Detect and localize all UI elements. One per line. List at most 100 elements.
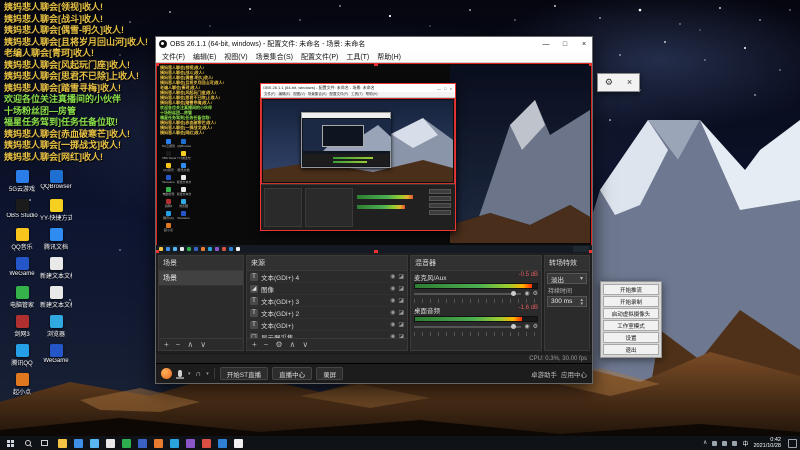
obs-titlebar[interactable]: OBS 26.1.1 (64-bit, windows) - 配置文件: 未命名…	[156, 37, 592, 51]
sources-toolbar-button[interactable]: ⚙	[275, 341, 282, 349]
lock-icon[interactable]: ◪	[398, 285, 404, 292]
taskbar-app-icon[interactable]	[170, 439, 179, 448]
taskbar-app-icon[interactable]	[122, 439, 131, 448]
control-button[interactable]: 设置	[603, 332, 659, 343]
plugin-action-button[interactable]: 录屏	[316, 367, 343, 380]
ime-indicator[interactable]: 中	[742, 439, 748, 448]
visibility-eye-icon[interactable]: ◉	[390, 297, 395, 304]
visibility-eye-icon[interactable]: ◉	[390, 273, 395, 280]
control-button[interactable]: 退出	[603, 344, 659, 355]
volume-slider[interactable]	[414, 326, 521, 328]
taskbar-app-icon[interactable]	[186, 439, 195, 448]
source-row[interactable]: T 文本(GDI+) 3 ◉ ◪	[247, 295, 407, 307]
visibility-eye-icon[interactable]: ◉	[390, 333, 395, 338]
plugin-link[interactable]: 应用中心	[561, 369, 587, 379]
menu-item[interactable]: 配置文件(P)	[301, 52, 338, 62]
visibility-eye-icon[interactable]: ◉	[390, 321, 395, 328]
volume-slider-knob[interactable]	[511, 291, 516, 296]
volume-slider[interactable]	[414, 293, 521, 295]
desktop-icon[interactable]: WeGame	[40, 344, 72, 373]
menu-item[interactable]: 帮助(H)	[377, 52, 401, 62]
taskbar-app-icon[interactable]	[74, 439, 83, 448]
menu-item[interactable]: 文件(F)	[162, 52, 185, 62]
plugin-action-button[interactable]: 直播中心	[272, 367, 312, 380]
taskbar-app-icon[interactable]	[218, 439, 227, 448]
desktop-icon[interactable]: 腾讯QQ	[6, 344, 38, 373]
source-row[interactable]: ▢ 显示器采集 ◉ ◪	[247, 331, 407, 338]
control-button[interactable]: 开始录制	[603, 296, 659, 307]
desktop-icon[interactable]: QQ音乐	[6, 228, 38, 257]
task-view-button[interactable]	[36, 440, 52, 446]
scenes-toolbar-button[interactable]: −	[176, 341, 181, 349]
tray-icon[interactable]	[732, 441, 737, 446]
plugin-link[interactable]: 卓游助手	[531, 369, 557, 379]
taskbar-app-icon[interactable]	[154, 439, 163, 448]
channel-settings-gear-icon[interactable]: ⚙	[533, 290, 538, 297]
control-button[interactable]: 启动虚拟摄像头	[603, 308, 659, 319]
plugin-action-button[interactable]: 开始ST直播	[220, 367, 268, 380]
taskbar-clock[interactable]: 0:42 2021/10/28	[753, 437, 781, 449]
scene-item[interactable]: 场景	[159, 271, 243, 286]
scenes-toolbar-button[interactable]: ∨	[200, 341, 206, 349]
volume-slider-knob[interactable]	[511, 324, 516, 329]
chevron-down-icon[interactable]: ▾	[206, 371, 209, 377]
selection-handle[interactable]	[374, 63, 378, 66]
selection-handle[interactable]	[374, 250, 378, 253]
transition-select[interactable]: 淡出 ▾	[547, 273, 587, 284]
minimize-button[interactable]: —	[538, 37, 554, 51]
menu-item[interactable]: 视图(V)	[224, 52, 247, 62]
lock-icon[interactable]: ◪	[398, 273, 404, 280]
desktop-icon[interactable]: 电脑管家	[6, 286, 38, 315]
mute-speaker-icon[interactable]: ◉	[524, 323, 529, 330]
source-row[interactable]: T 文本(GDI+) 4 ◉ ◪	[247, 271, 407, 283]
scenes-toolbar-button[interactable]: +	[164, 341, 169, 349]
scenes-toolbar-button[interactable]: ∧	[187, 341, 193, 349]
taskbar-app-icon[interactable]	[58, 439, 67, 448]
desktop-icon[interactable]: WeGame	[6, 257, 38, 286]
selection-handle[interactable]	[589, 63, 592, 66]
selection-handle[interactable]	[156, 63, 159, 66]
desktop-icon[interactable]: 起小点	[6, 373, 38, 402]
source-row[interactable]: ◢ 图像 ◉ ◪	[247, 283, 407, 295]
sources-toolbar-button[interactable]: +	[252, 341, 257, 349]
control-button[interactable]: 开始推流	[603, 284, 659, 295]
chevron-down-icon[interactable]: ▾	[188, 371, 191, 377]
menu-item[interactable]: 工具(T)	[346, 52, 369, 62]
headphone-icon[interactable]: ∩	[196, 370, 202, 378]
desktop-icon[interactable]: QQBrowser	[40, 170, 72, 199]
visibility-eye-icon[interactable]: ◉	[390, 309, 395, 316]
source-row[interactable]: T 文本(GDI+) 2 ◉ ◪	[247, 307, 407, 319]
taskbar-app-icon[interactable]	[234, 439, 243, 448]
tray-icon[interactable]	[722, 441, 727, 446]
taskbar-app-icon[interactable]	[90, 439, 99, 448]
control-button[interactable]: 工作室模式	[603, 320, 659, 331]
selection-handle[interactable]	[589, 250, 592, 253]
desktop-icon[interactable]: 剑网3	[6, 315, 38, 344]
sources-toolbar-button[interactable]: ∨	[302, 341, 308, 349]
desktop-icon[interactable]: YY-快捷方式	[40, 199, 72, 228]
lock-icon[interactable]: ◪	[398, 309, 404, 316]
desktop-icon[interactable]: 新建文本文档	[40, 257, 72, 286]
visibility-eye-icon[interactable]: ◉	[390, 285, 395, 292]
selection-handle[interactable]	[156, 250, 159, 253]
desktop-icon[interactable]: 新建文本文档	[40, 286, 72, 315]
sources-toolbar-button[interactable]: ∧	[290, 341, 296, 349]
desktop-icon[interactable]: 腾讯文档	[40, 228, 72, 257]
taskbar-app-icon[interactable]	[106, 439, 115, 448]
desktop-icon[interactable]: 浏览器	[40, 315, 72, 344]
microphone-icon[interactable]	[178, 370, 182, 377]
lock-icon[interactable]: ◪	[398, 297, 404, 304]
desktop-icon[interactable]: 5G云游戏	[6, 170, 38, 199]
mute-speaker-icon[interactable]: ◉	[524, 290, 529, 297]
lock-icon[interactable]: ◪	[398, 333, 404, 338]
lock-icon[interactable]: ◪	[398, 321, 404, 328]
obs-preview-canvas[interactable]: 姨妈悲人聊会[领视]收人!姨妈悲人聊会[战斗]收人!姨妈悲人聊会[偶雪-明久]收…	[156, 63, 592, 253]
sources-toolbar-button[interactable]: −	[264, 341, 269, 349]
taskbar-app-icon[interactable]	[138, 439, 147, 448]
plugin-logo-icon[interactable]	[161, 368, 172, 379]
tray-icon[interactable]	[712, 441, 717, 446]
gear-icon[interactable]: ⚙	[605, 78, 613, 87]
tray-expand-icon[interactable]: ∧	[703, 440, 707, 446]
spinner-arrows[interactable]: ▴▾	[580, 298, 583, 306]
menu-item[interactable]: 编辑(E)	[193, 52, 216, 62]
